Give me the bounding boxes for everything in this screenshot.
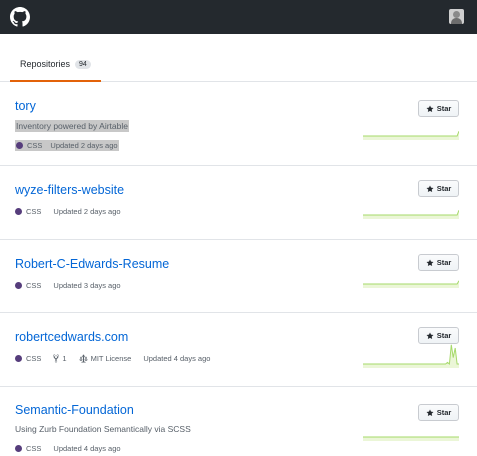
tab-repositories[interactable]: Repositories 94 xyxy=(10,48,101,82)
tab-repositories-label: Repositories xyxy=(20,59,71,69)
repo-list-item: robertcedwards.com CSS 1 MIT License Upd… xyxy=(0,313,477,387)
sparkline-line xyxy=(363,210,459,216)
repo-updated: Updated 4 days ago xyxy=(143,354,211,363)
user-avatar[interactable] xyxy=(449,9,464,24)
activity-sparkline xyxy=(363,436,459,441)
language-color-dot xyxy=(15,282,22,289)
repo-name-link[interactable]: robertcedwards.com xyxy=(15,330,128,344)
repo-meta: CSS Updated 2 days ago xyxy=(15,140,119,151)
repo-language: CSS xyxy=(16,141,42,150)
fork-icon xyxy=(53,354,60,363)
activity-sparkline xyxy=(363,280,459,288)
repo-name-link[interactable]: Semantic-Foundation xyxy=(15,403,134,417)
sparkline-line xyxy=(363,131,459,137)
repo-list-item: wyze-filters-website CSS Updated 2 days … xyxy=(0,166,477,240)
repo-language: CSS xyxy=(15,354,41,363)
repo-list-item: tory Inventory powered by Airtable CSS U… xyxy=(0,82,477,166)
repo-forks[interactable]: 1 xyxy=(53,354,67,363)
repo-meta: CSS Updated 3 days ago xyxy=(15,281,121,290)
repositories-count-badge: 94 xyxy=(75,59,91,69)
repo-updated: Updated 2 days ago xyxy=(50,141,118,150)
repo-description: Using Zurb Foundation Semantically via S… xyxy=(15,424,191,434)
repo-updated: Updated 2 days ago xyxy=(53,207,121,216)
repo-language: CSS xyxy=(15,444,41,453)
repo-list-item: Robert-C-Edwards-Resume CSS Updated 3 da… xyxy=(0,240,477,313)
language-color-dot xyxy=(16,142,23,149)
language-color-dot xyxy=(15,445,22,452)
repo-language: CSS xyxy=(15,281,41,290)
repo-language-label: CSS xyxy=(26,444,42,453)
repo-name-link[interactable]: wyze-filters-website xyxy=(15,183,124,197)
repo-language-label: CSS xyxy=(26,354,42,363)
activity-sparkline xyxy=(363,131,459,140)
repo-language: CSS xyxy=(15,207,41,216)
repo-updated: Updated 4 days ago xyxy=(53,444,121,453)
sparkline-line xyxy=(363,280,459,285)
sparkline-area xyxy=(363,437,459,441)
repo-language-label: CSS xyxy=(26,207,42,216)
law-icon xyxy=(79,354,88,363)
repo-license: MIT License xyxy=(79,354,132,363)
repo-name-link[interactable]: tory xyxy=(15,99,36,113)
profile-tabs: Repositories 94 xyxy=(0,48,477,82)
language-color-dot xyxy=(15,355,22,362)
repo-forks-count: 1 xyxy=(62,354,67,363)
repo-name-link[interactable]: Robert-C-Edwards-Resume xyxy=(15,257,169,271)
github-mark-icon[interactable] xyxy=(10,7,30,27)
repo-meta: CSS Updated 4 days ago xyxy=(15,444,121,453)
repo-meta: CSS 1 MIT License Updated 4 days ago xyxy=(15,354,210,363)
language-color-dot xyxy=(15,208,22,215)
activity-sparkline xyxy=(363,344,459,368)
repo-meta: CSS Updated 2 days ago xyxy=(15,207,121,216)
repo-language-label: CSS xyxy=(26,281,42,290)
repo-license-label: MIT License xyxy=(90,354,132,363)
repo-description: Inventory powered by Airtable xyxy=(15,120,129,132)
repo-updated: Updated 3 days ago xyxy=(53,281,121,290)
sparkline-area xyxy=(363,344,459,368)
repo-language-label: CSS xyxy=(27,141,43,150)
repo-list-item: Semantic-Foundation Using Zurb Foundatio… xyxy=(0,387,477,456)
sparkline-line xyxy=(363,344,459,365)
activity-sparkline xyxy=(363,210,459,219)
top-navbar xyxy=(0,0,477,34)
